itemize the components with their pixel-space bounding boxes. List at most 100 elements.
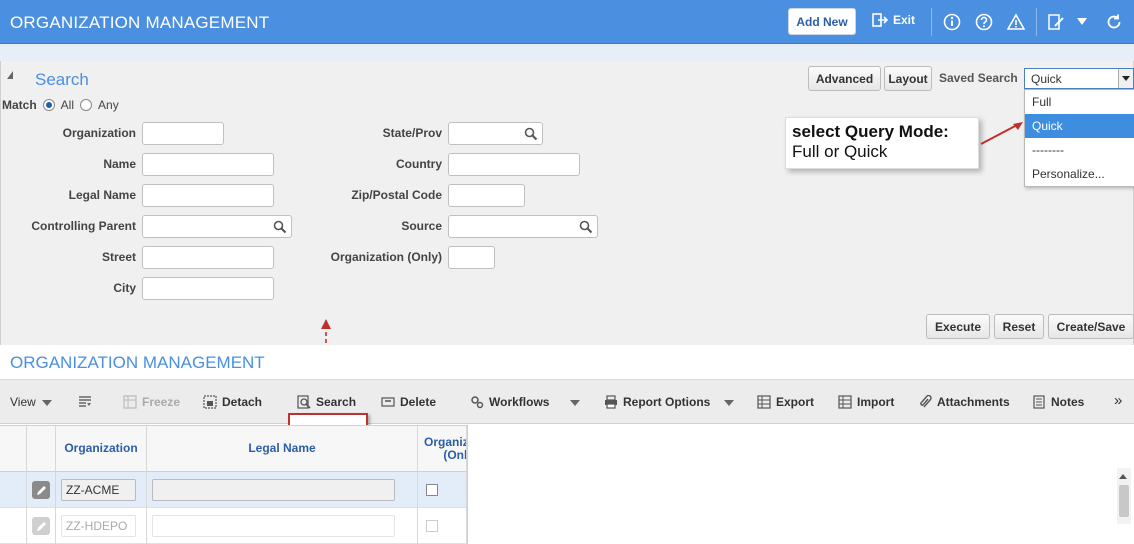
- legal-name-label: Legal Name: [68, 188, 136, 202]
- dropdown-option-quick[interactable]: Quick: [1025, 114, 1134, 138]
- callout-arrow: [980, 122, 1023, 145]
- match-any-label: Any: [98, 98, 119, 112]
- callout-box: select Query Mode: Full or Quick: [785, 117, 979, 169]
- attachments-button[interactable]: Attachments: [918, 395, 1010, 409]
- row-selector[interactable]: [0, 472, 27, 508]
- execute-button[interactable]: Execute: [926, 314, 990, 339]
- chevron-down-icon[interactable]: [1072, 12, 1092, 32]
- collapse-icon[interactable]: [7, 71, 13, 79]
- match-options: Match All Any: [2, 98, 125, 112]
- match-all-radio[interactable]: [42, 99, 55, 111]
- warning-icon[interactable]: [1006, 12, 1026, 32]
- legal-name-cell-input[interactable]: [152, 515, 395, 537]
- chevron-down-icon[interactable]: [1118, 69, 1133, 88]
- column-header-organization[interactable]: Organization: [56, 426, 147, 472]
- state-prov-label: State/Prov: [382, 126, 442, 140]
- organization-cell-input[interactable]: ZZ-HDEPO: [61, 515, 136, 537]
- legal-name-cell-input[interactable]: [152, 479, 395, 501]
- search-button[interactable]: Search: [297, 395, 356, 409]
- filter-icon: [79, 396, 91, 407]
- source-label: Source: [401, 219, 442, 233]
- organization-only-checkbox[interactable]: [426, 520, 438, 532]
- chevron-down-icon[interactable]: [570, 400, 580, 406]
- export-label: Export: [776, 395, 815, 409]
- delete-button[interactable]: Delete: [381, 395, 436, 409]
- edit-page-icon[interactable]: [1046, 12, 1066, 32]
- row-selector[interactable]: [0, 508, 27, 544]
- search-icon[interactable]: [524, 127, 538, 141]
- delete-label: Delete: [400, 395, 437, 409]
- search-icon: [297, 395, 311, 409]
- legal-name-field[interactable]: [142, 184, 274, 207]
- app-header: ORGANIZATION MANAGEMENT Add New Exit: [0, 0, 1134, 44]
- chevron-down-icon[interactable]: [724, 400, 734, 406]
- match-any-radio[interactable]: [80, 99, 93, 111]
- match-label: Match: [2, 98, 37, 112]
- table-row[interactable]: ZZ-ACME: [0, 472, 467, 508]
- refresh-icon[interactable]: [1104, 12, 1124, 32]
- source-field[interactable]: [448, 215, 598, 238]
- report-options-button[interactable]: Report Options: [604, 395, 710, 409]
- import-button[interactable]: Import: [838, 395, 894, 409]
- callout-text: Full or Quick: [792, 142, 888, 161]
- column-header-organization-only[interactable]: Organization (Only): [418, 426, 467, 472]
- workflows-button[interactable]: Workflows: [470, 395, 549, 409]
- column-header-legal-name[interactable]: Legal Name: [147, 426, 418, 472]
- controlling-parent-field[interactable]: [142, 215, 292, 238]
- layout-button[interactable]: Layout: [884, 66, 932, 91]
- country-field[interactable]: [448, 153, 580, 176]
- callout-title: select Query Mode:: [792, 122, 949, 141]
- dropdown-option-full[interactable]: Full: [1025, 90, 1134, 114]
- saved-search-select[interactable]: Quick: [1024, 68, 1134, 89]
- advanced-button[interactable]: Advanced: [808, 66, 881, 91]
- grid-toolbar: View Freeze Detach Search Delete Workflo…: [0, 379, 1134, 455]
- organization-cell: ZZ-ACME: [56, 472, 147, 508]
- organization-only-checkbox[interactable]: [426, 484, 438, 496]
- detach-button[interactable]: Detach: [203, 395, 262, 409]
- header-divider: [931, 8, 932, 36]
- export-icon: [757, 395, 771, 409]
- organization-only-field[interactable]: [448, 246, 495, 269]
- paperclip-icon: [920, 395, 932, 408]
- info-icon[interactable]: [942, 12, 962, 32]
- view-menu[interactable]: View: [10, 395, 36, 409]
- saved-search-dropdown: Full Quick -------- Personalize...: [1024, 89, 1134, 187]
- name-field[interactable]: [142, 153, 274, 176]
- freeze-button[interactable]: Freeze: [123, 395, 180, 409]
- organization-only-cell: [418, 508, 467, 544]
- grid-empty-area: [467, 425, 1134, 544]
- zip-field[interactable]: [448, 184, 525, 207]
- organization-cell: ZZ-HDEPO: [56, 508, 147, 544]
- app-title: ORGANIZATION MANAGEMENT: [10, 13, 270, 32]
- chevron-down-icon[interactable]: [42, 400, 52, 406]
- notes-button[interactable]: Notes: [1032, 395, 1084, 409]
- search-icon[interactable]: [579, 220, 593, 234]
- scrollbar[interactable]: [1117, 468, 1131, 524]
- dropdown-option-personalize[interactable]: Personalize...: [1025, 162, 1134, 186]
- header-divider: [1036, 8, 1037, 36]
- pencil-icon[interactable]: [32, 481, 50, 499]
- create-save-button[interactable]: Create/Save: [1048, 314, 1134, 339]
- legal-name-cell: [147, 472, 418, 508]
- more-button[interactable]: »: [1114, 392, 1122, 409]
- scrollbar-thumb[interactable]: [1119, 485, 1129, 517]
- attachments-label: Attachments: [937, 395, 1010, 409]
- exit-button[interactable]: Exit: [872, 13, 915, 27]
- detach-label: Detach: [222, 395, 263, 409]
- add-new-button[interactable]: Add New: [788, 8, 856, 35]
- search-icon[interactable]: [273, 220, 287, 234]
- help-icon[interactable]: [974, 12, 994, 32]
- organization-field[interactable]: [142, 122, 224, 145]
- organization-cell-input[interactable]: ZZ-ACME: [61, 479, 136, 501]
- reset-button[interactable]: Reset: [994, 314, 1044, 339]
- filter-button[interactable]: [78, 395, 92, 409]
- street-field[interactable]: [142, 246, 274, 269]
- city-label: City: [113, 281, 136, 295]
- organization-label: Organization: [62, 126, 136, 140]
- city-field[interactable]: [142, 277, 274, 300]
- row-edit-cell: [27, 508, 56, 544]
- pencil-icon[interactable]: [32, 517, 50, 535]
- export-button[interactable]: Export: [757, 395, 814, 409]
- scroll-up-icon[interactable]: [1119, 474, 1127, 479]
- table-row[interactable]: ZZ-HDEPO: [0, 508, 467, 544]
